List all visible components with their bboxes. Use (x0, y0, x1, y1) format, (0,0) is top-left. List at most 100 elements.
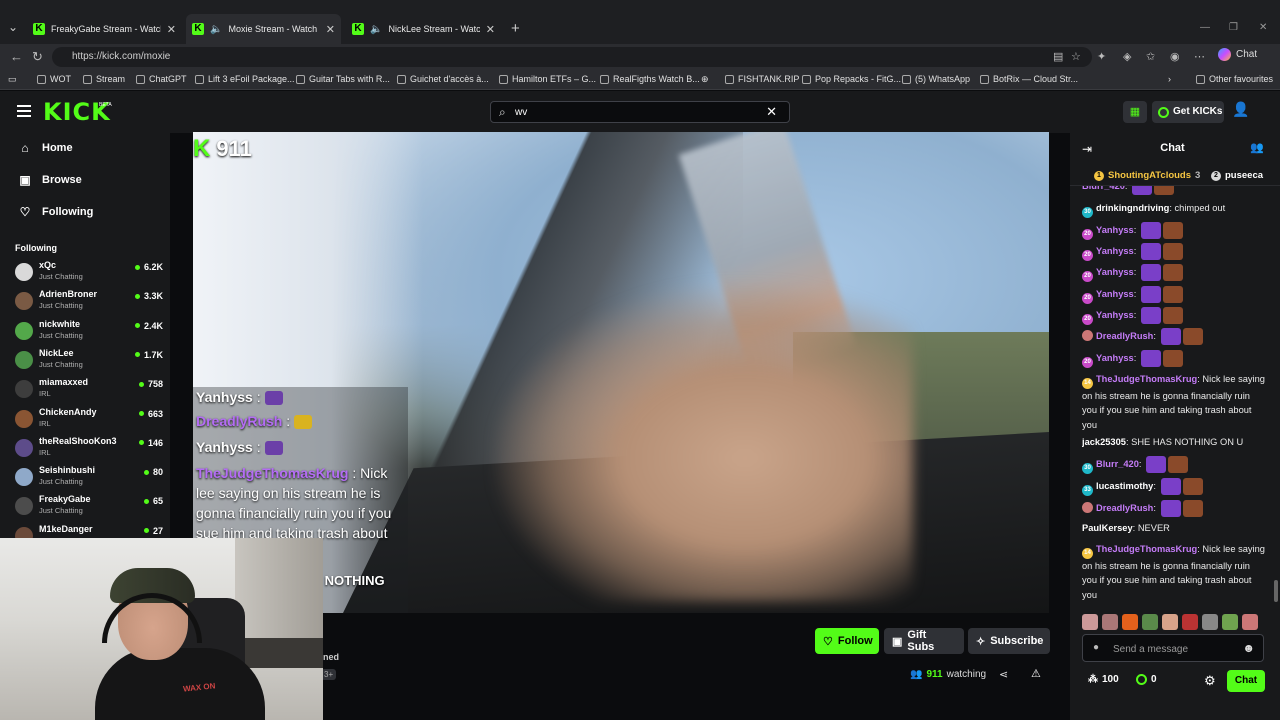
bookmark-item[interactable]: Lift 3 eFoil Package... (195, 74, 295, 84)
following-item[interactable]: NickLee Just Chatting 1.7K (15, 348, 163, 377)
copilot-chat-button[interactable]: Chat (1218, 48, 1257, 61)
emote-icon[interactable] (1182, 614, 1198, 630)
bookmark-item[interactable]: Hamilton ETFs – G... (499, 74, 596, 84)
chat-input-box[interactable]: ● ☻ (1082, 634, 1264, 662)
favorites-icon[interactable]: ✩ (1146, 50, 1155, 63)
refresh-icon[interactable]: ↻ (32, 49, 43, 65)
minimize-icon[interactable]: — (1200, 22, 1210, 33)
sidebar-item-home[interactable]: ⌂ Home (18, 141, 72, 155)
emote-icon[interactable] (1162, 614, 1178, 630)
tab-nicklee[interactable]: K 🔈 NickLee Stream - Watch Live on Kick … (346, 17, 501, 41)
chat-username[interactable]: Blurr_420 (1082, 186, 1125, 191)
channel-points[interactable]: ⁂ 100 (1088, 674, 1119, 685)
following-item[interactable]: ChickenAndy IRL 663 (15, 407, 163, 436)
chat-username[interactable]: Blurr_420 (1096, 459, 1139, 469)
profile-icon[interactable]: ◉ (1170, 50, 1180, 63)
chat-username[interactable]: DreadlyRush (1096, 503, 1153, 513)
tab-moxie[interactable]: K 🔈 Moxie Stream - Watch Live on Kick ✕ (186, 14, 341, 44)
following-item[interactable]: AdrienBroner Just Chatting 3.3K (15, 289, 163, 318)
new-tab-icon[interactable]: + (511, 20, 520, 37)
favorite-star-icon[interactable]: ☆ (1071, 50, 1081, 63)
share-icon[interactable]: ⋖ (999, 668, 1008, 681)
get-kicks-button[interactable]: Get KICKs (1152, 101, 1224, 123)
bookmark-item[interactable]: Stream (83, 74, 125, 84)
emote-icon[interactable] (1242, 614, 1258, 630)
tab-list-icon[interactable]: ⌄ (4, 18, 22, 36)
clear-search-icon[interactable]: ✕ (766, 104, 777, 120)
drops-icon[interactable]: ▦ (1123, 101, 1147, 123)
pinned-gifter[interactable]: 1 ShoutingATclouds 3 (1094, 170, 1200, 181)
speaker-icon[interactable]: 🔈 (210, 24, 222, 35)
gift-subs-button[interactable]: ▣ Gift Subs (884, 628, 964, 654)
bookmark-item[interactable]: RealFigths Watch B... (600, 74, 700, 84)
emote-icon[interactable] (1122, 614, 1138, 630)
emote-icon[interactable] (1142, 614, 1158, 630)
search-input[interactable] (515, 104, 755, 120)
following-item[interactable]: FreakyGabe Just Chatting 65 (15, 494, 163, 523)
page-scrollbar[interactable] (1274, 580, 1278, 602)
bookmark-item[interactable]: (5) WhatsApp (902, 74, 970, 84)
reader-icon[interactable]: ▤ (1053, 50, 1063, 63)
more-icon[interactable]: ⋯ (1194, 50, 1205, 63)
chat-settings-icon[interactable]: ⚙ (1204, 673, 1216, 689)
bookmark-item[interactable]: Guichet d'accès à... (397, 74, 489, 84)
chat-username[interactable]: PaulKersey (1082, 523, 1133, 533)
back-icon[interactable]: ← (10, 49, 23, 64)
chat-username[interactable]: drinkingndriving (1096, 203, 1169, 213)
shield-icon[interactable]: ◈ (1123, 50, 1131, 63)
chat-username[interactable]: lucastimothy (1096, 481, 1153, 491)
following-item[interactable]: xQc Just Chatting 6.2K (15, 260, 163, 289)
chat-message-input[interactable] (1113, 641, 1233, 657)
following-item[interactable]: nickwhite Just Chatting 2.4K (15, 319, 163, 348)
emote-icon[interactable] (1202, 614, 1218, 630)
user-avatar[interactable]: 👤 (1232, 101, 1250, 123)
maximize-icon[interactable]: ❐ (1229, 22, 1238, 33)
bookmark-folder-icon[interactable]: ▭ (8, 74, 17, 85)
bookmark-item[interactable]: WOT (37, 74, 71, 84)
sidebar-item-browse[interactable]: ▣ Browse (18, 173, 81, 187)
tab-freakygabe[interactable]: K FreakyGabe Stream - Watch Live on Kick… (27, 17, 182, 41)
kicks-balance[interactable]: 0 (1136, 674, 1157, 685)
emote-icon[interactable] (1082, 614, 1098, 630)
sidebar-item-following[interactable]: ♡ Following (18, 205, 94, 219)
close-window-icon[interactable]: ✕ (1259, 22, 1267, 33)
chat-send-button[interactable]: Chat (1227, 670, 1265, 692)
chat-username[interactable]: TheJudgeThomasKrug (1096, 374, 1197, 384)
chat-username[interactable]: Yanhyss (1096, 310, 1134, 320)
chat-username[interactable]: Yanhyss (1096, 225, 1134, 235)
speaker-icon[interactable]: 🔈 (370, 24, 382, 35)
subscribe-button[interactable]: ✧ Subscribe (968, 628, 1050, 654)
chat-username[interactable]: DreadlyRush (1096, 331, 1153, 341)
bookmark-item[interactable]: FISHTANK.RIP (725, 74, 799, 84)
chat-users-icon[interactable]: 👥 (1250, 141, 1264, 154)
chat-username[interactable]: jack25305 (1082, 437, 1126, 447)
pinned-gifter[interactable]: 2 puseeca (1211, 170, 1263, 181)
close-tab-icon[interactable]: ✕ (326, 23, 335, 36)
emote-icon[interactable] (1222, 614, 1238, 630)
extensions-icon[interactable]: ✦ (1097, 50, 1106, 63)
bookmark-item[interactable]: Guitar Tabs with R... (296, 74, 390, 84)
other-favourites[interactable]: Other favourites (1196, 74, 1273, 84)
bookmark-globe-icon[interactable]: ⊕ (701, 74, 709, 85)
follow-button[interactable]: ♡ Follow (815, 628, 879, 654)
following-item[interactable]: Seishinbushi Just Chatting 80 (15, 465, 163, 494)
following-item[interactable]: theRealShooKon3 IRL 146 (15, 436, 163, 465)
stream-tag[interactable]: 3+ (321, 669, 337, 680)
bookmarks-overflow-icon[interactable]: › (1168, 74, 1171, 84)
chat-username[interactable]: Yanhyss (1096, 353, 1134, 363)
close-tab-icon[interactable]: ✕ (167, 23, 176, 36)
chat-username[interactable]: Yanhyss (1096, 246, 1134, 256)
emoji-icon[interactable]: ☻ (1242, 641, 1255, 655)
bookmark-item[interactable]: BotRix — Cloud Str... (980, 74, 1078, 84)
emote-icon[interactable] (1102, 614, 1118, 630)
close-tab-icon[interactable]: ✕ (486, 23, 495, 36)
chat-username[interactable]: TheJudgeThomasKrug (1096, 544, 1197, 554)
bookmark-item[interactable]: ChatGPT (136, 74, 187, 84)
chat-username[interactable]: Yanhyss (1096, 289, 1134, 299)
report-icon[interactable]: ⚠ (1031, 667, 1041, 680)
menu-icon[interactable] (17, 105, 31, 117)
url-field[interactable]: https://kick.com/moxie (52, 47, 1092, 67)
search-box[interactable]: ⌕ ✕ (490, 101, 790, 123)
bookmark-item[interactable]: Pop Repacks - FitG... (802, 74, 901, 84)
following-item[interactable]: miamaxxed IRL 758 (15, 377, 163, 406)
